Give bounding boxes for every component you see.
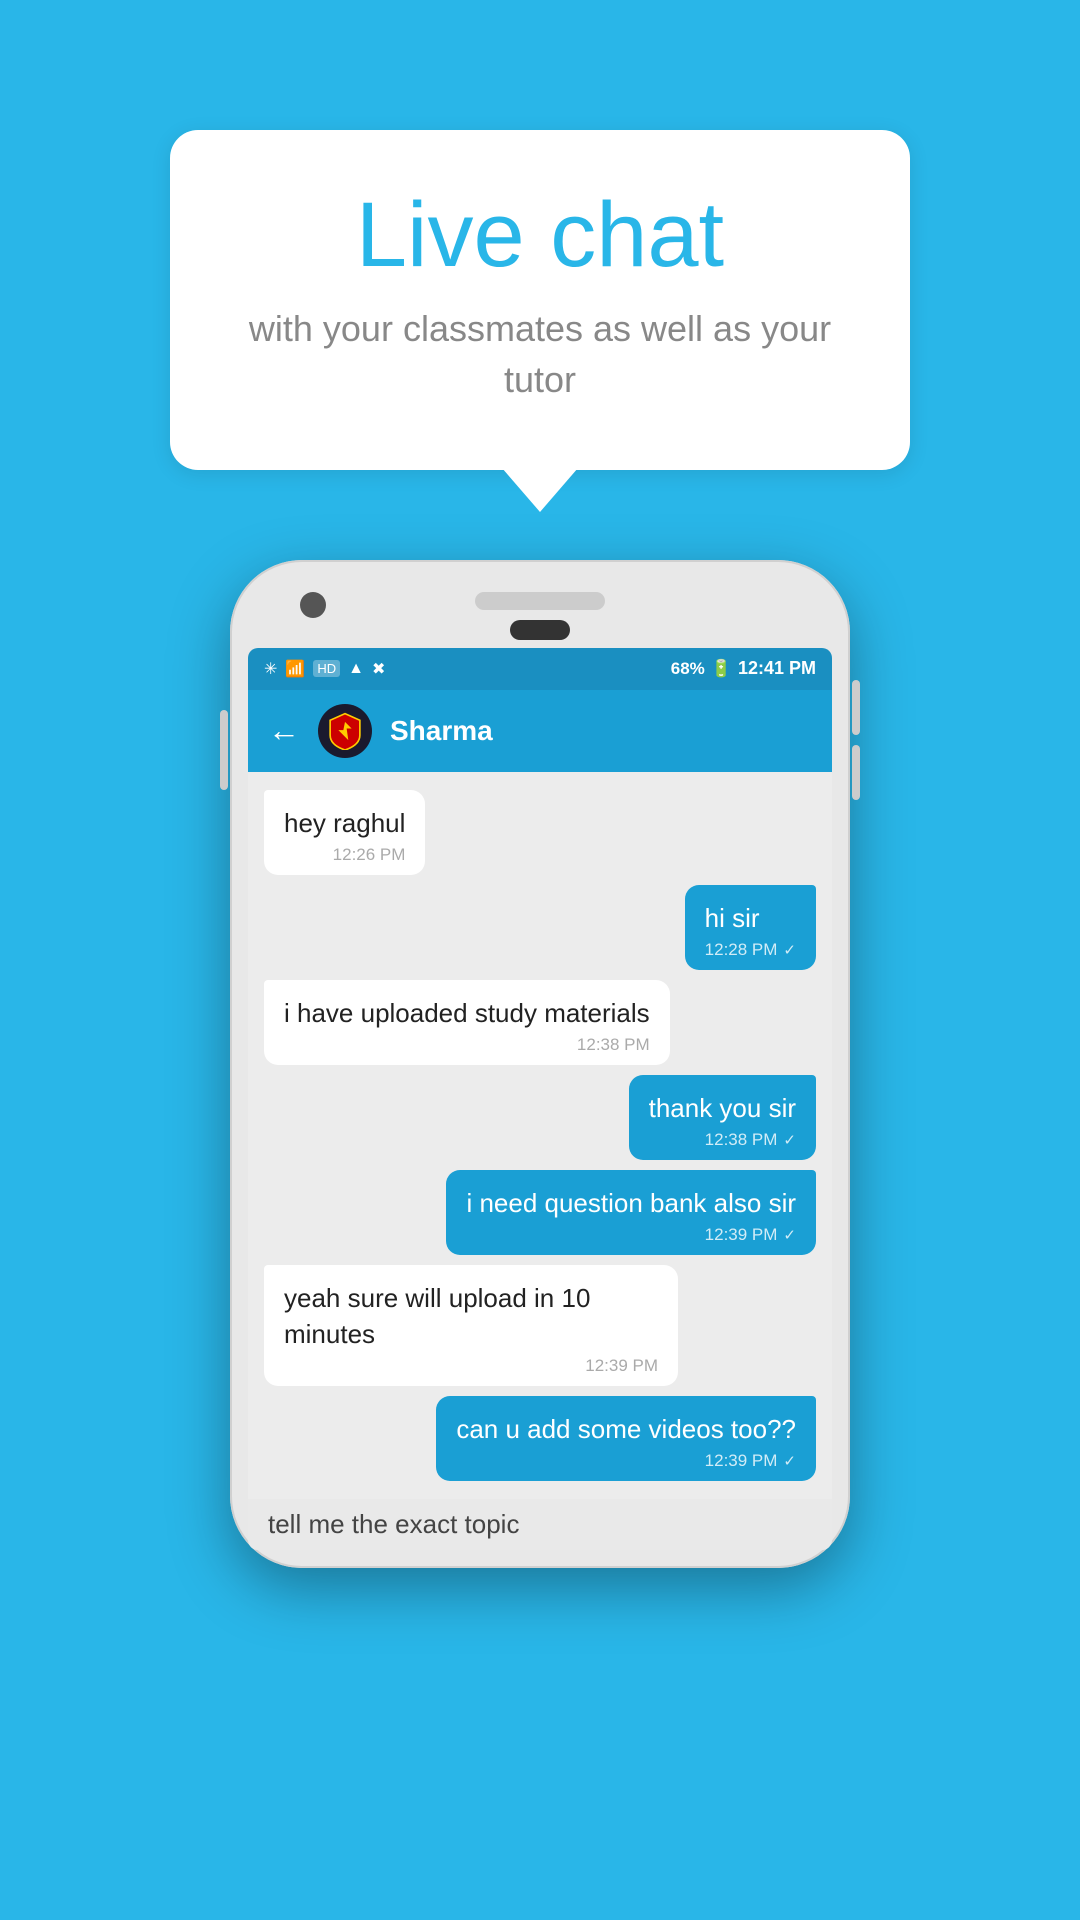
chat-message: i need question bank also sir 12:39 PM ✓ xyxy=(446,1170,816,1255)
message-tick-icon: ✓ xyxy=(783,1131,796,1149)
message-text: hi sir xyxy=(705,901,796,936)
battery-percent: 68% xyxy=(671,659,705,679)
chat-message: hi sir 12:28 PM ✓ xyxy=(685,885,816,970)
message-time: 12:39 PM xyxy=(705,1451,778,1471)
promo-title: Live chat xyxy=(240,185,840,286)
chat-message: i have uploaded study materials 12:38 PM xyxy=(264,980,670,1065)
phone-mockup: ✳ 📶 HD ▲ ✖ 68% 🔋 12:41 PM ← xyxy=(230,560,850,1568)
volume-up-button xyxy=(852,680,860,735)
avatar xyxy=(318,704,372,758)
promo-card: Live chat with your classmates as well a… xyxy=(170,130,910,470)
phone-top-hardware xyxy=(248,578,832,620)
message-text: yeah sure will upload in 10 minutes xyxy=(284,1281,658,1351)
chat-messages-area: hey raghul 12:26 PM hi sir 12:28 PM ✓ i have … xyxy=(248,772,832,1499)
message-time: 12:28 PM xyxy=(705,940,778,960)
chat-message: can u add some videos too?? 12:39 PM ✓ xyxy=(436,1396,816,1481)
message-time: 12:39 PM xyxy=(705,1225,778,1245)
message-text: i have uploaded study materials xyxy=(284,996,650,1031)
signal-icon: 📶 xyxy=(285,659,305,679)
volume-down-button xyxy=(852,745,860,800)
message-time: 12:38 PM xyxy=(577,1035,650,1055)
chat-message: hey raghul 12:26 PM xyxy=(264,790,425,875)
phone-screen: ✳ 📶 HD ▲ ✖ 68% 🔋 12:41 PM ← xyxy=(248,648,832,1550)
network-icon: ✖ xyxy=(372,659,385,679)
status-bar: ✳ 📶 HD ▲ ✖ 68% 🔋 12:41 PM xyxy=(248,648,832,690)
message-text: thank you sir xyxy=(649,1091,796,1126)
message-time: 12:39 PM xyxy=(585,1356,658,1376)
wifi-icon: ▲ xyxy=(348,660,364,678)
phone-camera xyxy=(300,592,326,618)
hd-icon: HD xyxy=(313,660,340,677)
battery-icon: 🔋 xyxy=(711,659,732,679)
message-text: can u add some videos too?? xyxy=(456,1412,796,1447)
status-time: 12:41 PM xyxy=(738,658,816,679)
power-button xyxy=(220,710,228,790)
chat-message: yeah sure will upload in 10 minutes 12:39… xyxy=(264,1265,678,1385)
back-button[interactable]: ← xyxy=(268,712,300,749)
chat-header: ← Sharma xyxy=(248,690,832,772)
message-text: hey raghul xyxy=(284,806,405,841)
chat-message: thank you sir 12:38 PM ✓ xyxy=(629,1075,816,1160)
message-tick-icon: ✓ xyxy=(783,941,796,959)
message-time: 12:38 PM xyxy=(705,1130,778,1150)
cutoff-message: tell me the exact topic xyxy=(248,1499,832,1550)
superman-logo-icon xyxy=(326,712,364,750)
contact-name: Sharma xyxy=(390,715,493,747)
phone-speaker xyxy=(475,592,605,610)
message-time: 12:26 PM xyxy=(333,845,406,865)
bluetooth-icon: ✳ xyxy=(264,659,277,679)
status-bar-right-info: 68% 🔋 12:41 PM xyxy=(671,658,816,679)
message-text: i need question bank also sir xyxy=(466,1186,796,1221)
promo-subtitle: with your classmates as well as your tut… xyxy=(240,304,840,405)
message-tick-icon: ✓ xyxy=(783,1226,796,1244)
phone-home-sensor xyxy=(510,620,570,640)
message-tick-icon: ✓ xyxy=(783,1452,796,1470)
status-bar-left-icons: ✳ 📶 HD ▲ ✖ xyxy=(264,659,385,679)
